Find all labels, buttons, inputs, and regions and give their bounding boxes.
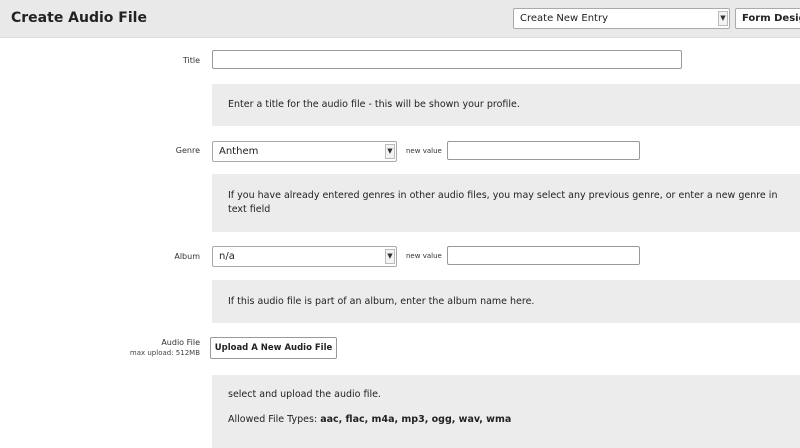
audio-file-label: Audio File max upload: 512MB [80,338,200,357]
genre-select[interactable]: Anthem ▼ [212,141,397,162]
genre-label: Genre [175,146,200,155]
title-hint-text: Enter a title for the audio file - this … [228,99,520,110]
title-label: Title [182,56,200,65]
upload-audio-file-button[interactable]: Upload A New Audio File [210,337,337,359]
chevron-down-icon: ▼ [385,249,395,264]
chevron-down-icon: ▼ [385,144,395,159]
album-select-value: n/a [219,251,235,262]
genre-select-value: Anthem [219,146,259,157]
genre-hint-text: If you have already entered genres in ot… [228,190,778,215]
entry-select-value: Create New Entry [520,13,609,24]
title-input[interactable] [212,50,682,69]
genre-new-value-input[interactable] [447,141,640,160]
audio-file-hint-text: select and upload the audio file. [228,389,381,400]
genre-hint: If you have already entered genres in ot… [212,174,800,232]
header-bar: Create Audio File Create New Entry ▼ For… [0,0,800,38]
allowed-file-types-list: aac, flac, m4a, mp3, ogg, wav, wma [320,414,512,425]
album-new-value-input[interactable] [447,246,640,265]
allowed-file-types-label: Allowed File Types: [228,414,318,425]
page-title: Create Audio File [11,10,147,26]
title-hint: Enter a title for the audio file - this … [212,84,800,126]
album-label: Album [174,252,200,261]
entry-select[interactable]: Create New Entry ▼ [513,8,730,29]
max-upload-label: max upload: 512MB [129,349,200,357]
album-new-value-label: new value [406,252,442,260]
allowed-file-types: Allowed File Types: aac, flac, m4a, mp3,… [228,413,800,427]
album-hint-text: If this audio file is part of an album, … [228,296,535,307]
chevron-down-icon: ▼ [718,11,728,26]
album-hint: If this audio file is part of an album, … [212,280,800,323]
genre-new-value-label: new value [406,147,442,155]
form-designer-button[interactable]: Form Designer [735,8,800,29]
album-select[interactable]: n/a ▼ [212,246,397,267]
audio-file-label-text: Audio File [161,338,200,347]
audio-file-hint: select and upload the audio file. Allowe… [212,375,800,448]
